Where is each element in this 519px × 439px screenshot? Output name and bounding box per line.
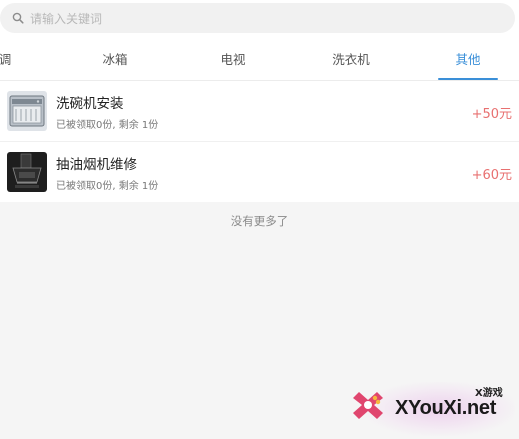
tab-fridge[interactable]: 冰箱	[95, 38, 135, 80]
item-subtitle: 已被领取0份, 剩余 1份	[56, 120, 159, 131]
watermark: X游戏 XYouXi.net	[345, 378, 519, 439]
search-icon	[10, 10, 26, 26]
watermark-brand-text: XYouXi.net	[395, 397, 497, 419]
item-reward: +50元	[471, 107, 512, 122]
search-bar-container: 请输入关键词	[0, 0, 519, 38]
task-list: 洗碗机安装 已被领取0份, 剩余 1份 +50元 抽油烟机维修 已被领取0份, …	[0, 81, 519, 202]
tab-other[interactable]: 其他	[448, 38, 488, 80]
item-subtitle: 已被领取0份, 剩余 1份	[56, 181, 159, 192]
active-tab-indicator	[438, 78, 498, 80]
item-reward: +60元	[471, 168, 512, 183]
range-hood-image	[7, 152, 47, 192]
tab-aircon[interactable]: 调	[0, 38, 12, 80]
tab-washer[interactable]: 洗衣机	[325, 38, 377, 80]
list-item[interactable]: 抽油烟机维修 已被领取0份, 剩余 1份 +60元	[0, 142, 519, 202]
item-title: 抽油烟机维修	[56, 157, 137, 173]
search-placeholder: 请输入关键词	[30, 11, 103, 26]
list-item[interactable]: 洗碗机安装 已被领取0份, 剩余 1份 +50元	[0, 81, 519, 142]
watermark-logo-icon	[349, 386, 387, 424]
item-title: 洗碗机安装	[56, 96, 124, 112]
no-more-text: 没有更多了	[230, 214, 289, 228]
category-tabs: 调 冰箱 电视 洗衣机 其他	[0, 38, 519, 81]
tab-tv[interactable]: 电视	[213, 38, 253, 80]
search-input[interactable]: 请输入关键词	[0, 3, 515, 33]
dishwasher-image	[7, 91, 47, 131]
